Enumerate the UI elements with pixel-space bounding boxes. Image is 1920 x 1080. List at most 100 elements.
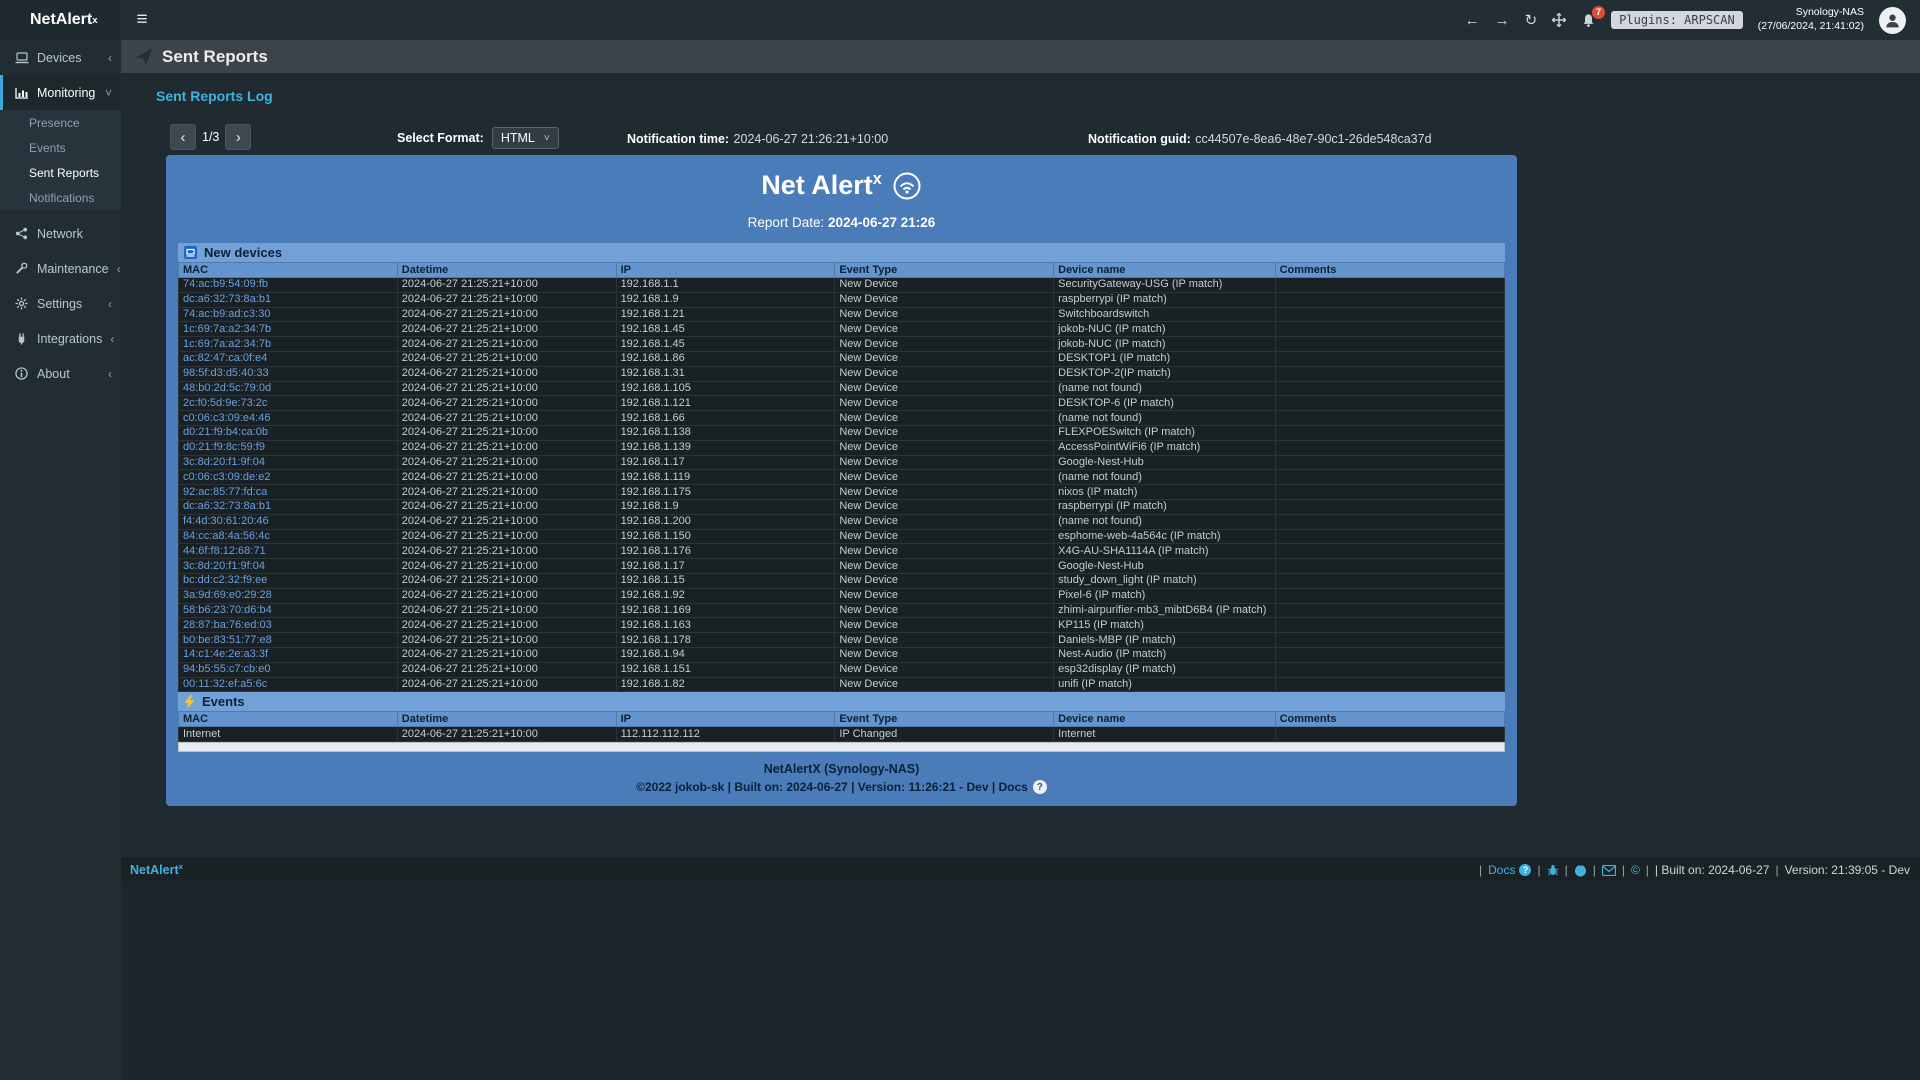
table-cell: New Device [835,499,1054,514]
forward-icon[interactable]: → [1495,13,1510,28]
back-icon[interactable]: ← [1465,13,1480,28]
footer-brand[interactable]: NetAlertx [130,862,183,877]
sidebar-toggle-icon[interactable]: ≡ [121,0,163,40]
mac-link[interactable]: b0:be:83:51:77:e8 [179,633,398,648]
mac-link[interactable]: 58:b6:23:70:d6:b4 [179,603,398,618]
table-cell: 2024-06-27 21:25:21+10:00 [397,425,616,440]
mac-link[interactable]: 74:ac:b9:ad:c3:30 [179,307,398,322]
table-cell: 2024-06-27 21:25:21+10:00 [397,351,616,366]
sidebar-item-integrations[interactable]: Integrations ‹ [0,321,121,356]
table-cell: New Device [835,411,1054,426]
copyright-icon[interactable]: © [1631,863,1640,877]
mac-link[interactable]: dc:a6:32:73:8a:b1 [179,292,398,307]
sidebar-item-devices[interactable]: Devices ‹ [0,40,121,75]
new-devices-table-head: MACDatetimeIPEvent TypeDevice nameCommen… [179,263,1505,278]
refresh-icon[interactable]: ↻ [1525,13,1538,28]
separator: | [1565,863,1568,877]
table-cell: New Device [835,322,1054,337]
mail-icon[interactable] [1602,865,1616,876]
table-cell [1275,381,1504,396]
sidebar-item-maintenance[interactable]: Maintenance ‹ [0,251,121,286]
notification-guid: Notification guid: cc44507e-8ea6-48e7-90… [1088,130,1432,148]
sidebar-item-network[interactable]: Network [0,216,121,251]
table-cell: 2024-06-27 21:25:21+10:00 [397,647,616,662]
chevron-left-icon: ‹ [108,367,112,381]
sidebar-item-sent-reports[interactable]: Sent Reports [0,160,121,185]
chevron-left-icon: ‹ [108,297,112,311]
notifications-bell-icon[interactable]: 7 [1581,13,1596,28]
table-cell: X4G-AU-SHA1114A (IP match) [1054,544,1275,559]
mac-link[interactable]: c0:06:c3:09:e4:46 [179,411,398,426]
next-page-button[interactable]: › [225,124,251,150]
github-icon[interactable] [1574,864,1587,877]
sidebar-item-presence[interactable]: Presence [0,110,121,135]
mac-link[interactable]: 14:c1:4e:2e:a3:3f [179,647,398,662]
table-cell [1275,411,1504,426]
monitoring-treeview: Monitoring ˅ Presence Events Sent Report… [0,75,121,210]
footer-built-text: | Built on: 2024-06-27 [1655,863,1770,877]
format-select[interactable]: HTML ˅ [492,127,559,149]
move-icon[interactable] [1552,13,1566,27]
table-cell: 2024-06-27 21:25:21+10:00 [397,573,616,588]
help-icon[interactable]: ? [1033,780,1047,794]
mac-link[interactable]: d0:21:f9:b4:ca:0b [179,425,398,440]
sidebar-item-about[interactable]: About ‹ [0,356,121,391]
sidebar-item-events[interactable]: Events [0,135,121,160]
table-cell: jokob-NUC (IP match) [1054,322,1275,337]
mac-link[interactable]: 1c:69:7a:a2:34:7b [179,337,398,352]
table-cell [1275,618,1504,633]
mac-link[interactable]: c0:06:c3:09:de:e2 [179,470,398,485]
user-avatar[interactable] [1879,7,1906,34]
plugins-badge[interactable]: Plugins: ARPSCAN [1611,11,1743,29]
mac-link[interactable]: 1c:69:7a:a2:34:7b [179,322,398,337]
mac-link[interactable]: dc:a6:32:73:8a:b1 [179,499,398,514]
mac-link[interactable]: 94:b5:55:c7:cb:e0 [179,662,398,677]
mac-link[interactable]: 28:87:ba:76:ed:03 [179,618,398,633]
mac-link[interactable]: f4:4d:30:61:20:46 [179,514,398,529]
mac-link[interactable]: 44:6f:f8:12:68:71 [179,544,398,559]
netalertx-logo-icon [892,171,922,201]
table-cell: New Device [835,603,1054,618]
mac-link[interactable]: 3a:9d:69:e0:29:28 [179,588,398,603]
table-cell [1275,544,1504,559]
table-row: c0:06:c3:09:e4:462024-06-27 21:25:21+10:… [179,411,1505,426]
table-cell [1275,455,1504,470]
prev-page-button[interactable]: ‹ [170,124,196,150]
sidebar-item-label: Maintenance [37,262,109,276]
table-cell: (name not found) [1054,381,1275,396]
sidebar-item-notifications[interactable]: Notifications [0,185,121,210]
mac-link[interactable]: 00:11:32:ef:a5:6c [179,677,398,692]
sent-reports-log-link[interactable]: Sent Reports Log [156,88,273,104]
table-row: 00:11:32:ef:a5:6c2024-06-27 21:25:21+10:… [179,677,1505,692]
mac-link[interactable]: 2c:f0:5d:9e:73:2c [179,396,398,411]
sidebar-item-settings[interactable]: Settings ‹ [0,286,121,321]
table-cell: 192.168.1.119 [616,470,835,485]
bug-report-icon[interactable] [1547,864,1559,876]
table-cell: 2024-06-27 21:25:21+10:00 [397,307,616,322]
mac-link[interactable]: 3c:8d:20:f1:9f:04 [179,455,398,470]
table-cell [1275,292,1504,307]
mac-link[interactable]: 48:b0:2d:5c:79:0d [179,381,398,396]
app-brand[interactable]: NetAlertx [0,0,121,40]
report-preview: Net Alertx Report Date: 2024-06-27 21:26… [166,155,1517,806]
notification-guid-value: cc44507e-8ea6-48e7-90c1-26de548ca37d [1195,132,1431,146]
mac-link[interactable]: bc:dd:c2:32:f9:ee [179,573,398,588]
mac-link[interactable]: 74:ac:b9:54:09:fb [179,278,398,293]
mac-link[interactable]: 92:ac:85:77:fd:ca [179,485,398,500]
docs-link[interactable]: Docs? [1488,863,1531,877]
table-cell: 192.168.1.9 [616,292,835,307]
mac-link[interactable]: 3c:8d:20:f1:9f:04 [179,559,398,574]
format-label: Select Format: [397,131,484,145]
mac-link[interactable]: ac:82:47:ca:0f:e4 [179,351,398,366]
table-cell: 2024-06-27 21:25:21+10:00 [397,337,616,352]
table-cell: DESKTOP1 (IP match) [1054,351,1275,366]
mac-link[interactable]: 84:cc:a8:4a:56:4c [179,529,398,544]
sidebar-item-monitoring[interactable]: Monitoring ˅ [0,75,121,110]
table-cell: 2024-06-27 21:25:21+10:00 [397,544,616,559]
table-cell: 192.168.1.94 [616,647,835,662]
table-row: 74:ac:b9:54:09:fb2024-06-27 21:25:21+10:… [179,278,1505,293]
mac-link[interactable]: 98:5f:d3:d5:40:33 [179,366,398,381]
table-cell [1275,514,1504,529]
mac-link[interactable]: d0:21:f9:8c:59:f9 [179,440,398,455]
table-cell: 2024-06-27 21:25:21+10:00 [397,381,616,396]
